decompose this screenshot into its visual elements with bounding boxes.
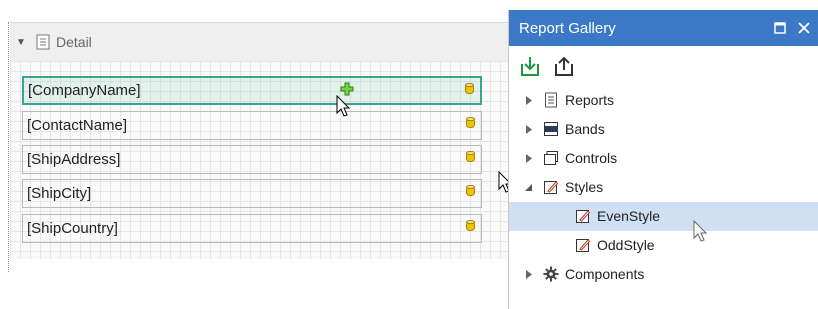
field-label: [ShipCity] (27, 185, 92, 202)
tree-item-label: EvenStyle (597, 208, 661, 224)
field-company-name[interactable]: [CompanyName] (22, 76, 482, 105)
import-icon[interactable] (517, 53, 543, 79)
maximize-icon[interactable] (771, 19, 789, 37)
tree-item-label: Controls (565, 150, 618, 166)
tree-item-controls[interactable]: Controls (509, 144, 818, 173)
tree-item-even-style[interactable]: EvenStyle (509, 202, 818, 231)
report-designer-surface[interactable]: ▼ Detail [CompanyName] [ContactName] [Sh… (0, 0, 513, 309)
tree-item-odd-style[interactable]: OddStyle (509, 231, 818, 260)
band-label: Detail (56, 34, 92, 50)
field-label: [CompanyName] (28, 82, 141, 99)
field-label: [ShipCountry] (27, 220, 118, 237)
database-icon (466, 151, 475, 162)
tree-item-label: Bands (565, 121, 605, 137)
tree-item-label: OddStyle (597, 237, 655, 253)
band-margin-guide (8, 22, 9, 272)
controls-icon (544, 151, 558, 165)
report-gallery-panel[interactable]: Report Gallery Reports Bands Controls St… (508, 10, 818, 309)
detail-band-header[interactable]: ▼ Detail (10, 22, 510, 62)
tree-item-components[interactable]: Components (509, 260, 818, 289)
database-icon (465, 83, 474, 94)
document-icon (545, 92, 557, 108)
database-icon (466, 220, 475, 231)
field-label: [ShipAddress] (27, 151, 121, 168)
tree-item-label: Components (565, 266, 645, 282)
gallery-tree: Reports Bands Controls Styles EvenStyle … (509, 86, 818, 289)
detail-band-icon (36, 34, 50, 50)
tree-item-styles[interactable]: Styles (509, 173, 818, 202)
mouse-cursor-icon (693, 220, 708, 242)
gallery-toolbar (509, 46, 818, 86)
tree-item-bands[interactable]: Bands (509, 115, 818, 144)
tree-item-reports[interactable]: Reports (509, 86, 818, 115)
field-ship-address[interactable]: [ShipAddress] (22, 145, 482, 174)
style-icon (544, 181, 559, 194)
field-label: [ContactName] (27, 117, 128, 134)
database-icon (466, 185, 475, 196)
collapse-arrow-icon[interactable] (525, 183, 533, 192)
field-ship-country[interactable]: [ShipCountry] (22, 214, 482, 243)
gallery-titlebar[interactable]: Report Gallery (509, 10, 818, 46)
export-icon[interactable] (551, 53, 577, 79)
database-icon (466, 117, 475, 128)
band-icon (544, 122, 558, 136)
expand-arrow-icon[interactable] (525, 125, 533, 134)
tree-item-label: Reports (565, 92, 615, 108)
style-icon (576, 210, 591, 223)
gallery-title: Report Gallery (519, 19, 616, 37)
drop-plus-icon (340, 82, 354, 96)
field-contact-name[interactable]: [ContactName] (22, 111, 482, 140)
close-icon[interactable] (795, 19, 813, 37)
collapse-arrow-icon[interactable]: ▼ (16, 37, 28, 48)
field-ship-city[interactable]: [ShipCity] (22, 179, 482, 208)
mouse-cursor-icon (336, 95, 351, 117)
tree-item-label: Styles (565, 179, 604, 195)
style-icon (576, 239, 591, 252)
expand-arrow-icon[interactable] (525, 96, 533, 105)
expand-arrow-icon[interactable] (525, 154, 533, 163)
expand-arrow-icon[interactable] (525, 270, 533, 279)
gear-icon (543, 266, 559, 282)
